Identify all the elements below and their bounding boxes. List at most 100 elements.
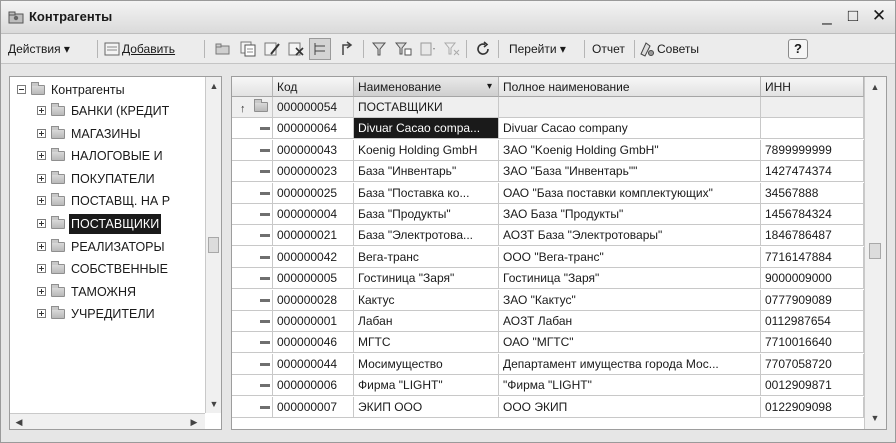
cell-code[interactable]: 000000064: [273, 118, 354, 140]
cell-name[interactable]: ПОСТАВЩИКИ: [354, 97, 499, 118]
scroll-right-icon[interactable]: ▶: [187, 415, 201, 429]
scroll-down-icon[interactable]: ▼: [207, 397, 221, 411]
cell-inn[interactable]: [761, 118, 864, 140]
hierarchy-toggle-button[interactable]: [309, 38, 331, 60]
group-row[interactable]: ↑ 000000054 ПОСТАВЩИКИ: [232, 97, 864, 118]
add-folder-icon[interactable]: [214, 40, 232, 58]
cell-inn[interactable]: 1456784324: [761, 204, 864, 225]
close-button[interactable]: ✕: [871, 6, 887, 26]
delete-mark-icon[interactable]: [287, 40, 305, 58]
cell-inn[interactable]: 7710016640: [761, 332, 864, 354]
refresh-icon[interactable]: [474, 40, 492, 58]
tree-item[interactable]: БАНКИ (КРЕДИТ: [34, 101, 204, 121]
cell-full-name[interactable]: Департамент имущества города Мос...: [499, 353, 761, 375]
expand-icon[interactable]: [37, 173, 46, 183]
tree-item[interactable]: РЕАЛИЗАТОРЫ: [34, 237, 204, 257]
table-row[interactable]: 000000005 Гостиница "Заря" Гостиница "Заря…: [232, 268, 864, 290]
cell-code[interactable]: 000000046: [273, 332, 354, 354]
scroll-up-icon[interactable]: ▲: [207, 79, 221, 93]
cell-full-name[interactable]: ЗАО "База "Инвентарь"": [499, 161, 761, 183]
tree-root[interactable]: Контрагенты: [14, 80, 204, 100]
cell-code[interactable]: 000000001: [273, 311, 354, 332]
cell-name[interactable]: Кактус: [354, 289, 499, 311]
cell-code[interactable]: 000000044: [273, 353, 354, 375]
expand-icon[interactable]: [37, 264, 46, 274]
cell-full-name[interactable]: АОЗТ Лабан: [499, 311, 761, 332]
maximize-button[interactable]: □: [845, 6, 861, 26]
cell-inn[interactable]: [761, 97, 864, 118]
tree-vertical-scrollbar[interactable]: ▲ ▼: [205, 77, 221, 413]
column-header-name[interactable]: Наименование ▾: [354, 77, 499, 97]
cell-inn[interactable]: 7899999999: [761, 139, 864, 161]
table-row[interactable]: 000000007 ЭКИП ООО ООО ЭКИП 0122909098: [232, 396, 864, 418]
tree-horizontal-scrollbar[interactable]: ◀ ▶: [10, 413, 205, 429]
cell-full-name[interactable]: "Фирма "LIGHT": [499, 375, 761, 397]
cell-code[interactable]: 000000054: [273, 97, 354, 118]
cell-full-name[interactable]: ОАО "База поставки комплектующих": [499, 182, 761, 204]
table-row[interactable]: 000000042 Вега-транс ООО "Вега-транс" 77161…: [232, 246, 864, 268]
table-row[interactable]: 000000046 МГТС ОАО "МГТС" 7710016640: [232, 332, 864, 354]
cell-inn[interactable]: 7716147884: [761, 246, 864, 268]
cell-name[interactable]: Divuar Cacao compa...: [354, 118, 499, 140]
tree-item[interactable]: УЧРЕДИТЕЛИ: [34, 304, 204, 324]
cell-code[interactable]: 000000043: [273, 139, 354, 161]
tree-item[interactable]: НАЛОГОВЫЕ И: [34, 146, 204, 166]
table-row[interactable]: 000000064 Divuar Cacao compa... Divuar Cac…: [232, 118, 864, 140]
cell-full-name[interactable]: [499, 97, 761, 118]
add-button[interactable]: Добавить: [122, 40, 175, 58]
cell-full-name[interactable]: ЗАО "Koenig Holding GmbH": [499, 139, 761, 161]
level-up-icon[interactable]: [338, 40, 356, 58]
goto-menu[interactable]: Перейти ▾: [509, 40, 566, 58]
scroll-thumb[interactable]: [208, 237, 219, 253]
cell-name[interactable]: Вега-транс: [354, 246, 499, 268]
expand-icon[interactable]: [37, 219, 46, 228]
add-icon[interactable]: [103, 40, 121, 58]
tree-item[interactable]: ПОКУПАТЕЛИ: [34, 169, 204, 189]
cell-inn[interactable]: 0012909871: [761, 375, 864, 397]
filter-by-value-icon[interactable]: [394, 40, 412, 58]
cell-full-name[interactable]: ООО ЭКИП: [499, 396, 761, 418]
expand-icon[interactable]: [37, 128, 46, 138]
cell-name[interactable]: Мосимущество: [354, 353, 499, 375]
table-row[interactable]: 000000004 База "Продукты" ЗАО База "Продук…: [232, 204, 864, 225]
expand-icon[interactable]: [37, 106, 46, 115]
minimize-button[interactable]: _: [819, 6, 835, 26]
cell-name[interactable]: Фирма "LIGHT": [354, 375, 499, 397]
cell-code[interactable]: 000000042: [273, 246, 354, 268]
scroll-thumb[interactable]: [869, 243, 881, 259]
cell-name[interactable]: База "Поставка ко...: [354, 182, 499, 204]
cell-inn[interactable]: 34567888: [761, 182, 864, 204]
cell-full-name[interactable]: ОАО "МГТС": [499, 332, 761, 354]
cell-full-name[interactable]: ООО "Вега-транс": [499, 246, 761, 268]
cell-name[interactable]: Koenig Holding GmbH: [354, 139, 499, 161]
cell-inn[interactable]: 9000009000: [761, 268, 864, 290]
cell-name[interactable]: База "Инвентарь": [354, 161, 499, 183]
cell-name[interactable]: База "Электротова...: [354, 225, 499, 247]
copy-icon[interactable]: [239, 40, 257, 58]
tree-item[interactable]: ПОСТАВЩИКИ: [34, 214, 204, 234]
expand-icon[interactable]: [37, 286, 46, 296]
cell-code[interactable]: 000000005: [273, 268, 354, 290]
cell-inn[interactable]: 0777909089: [761, 289, 864, 311]
expand-icon[interactable]: [37, 151, 46, 161]
tips-icon[interactable]: [638, 40, 656, 58]
tree-item[interactable]: ПОСТАВЩ. НА Р: [34, 191, 204, 211]
cell-code[interactable]: 000000006: [273, 375, 354, 397]
expand-icon[interactable]: [37, 196, 46, 206]
cell-code[interactable]: 000000004: [273, 204, 354, 225]
table-row[interactable]: 000000006 Фирма "LIGHT" "Фирма "LIGHT" 001…: [232, 375, 864, 397]
tree-item[interactable]: ТАМОЖНЯ: [34, 282, 204, 302]
cell-inn[interactable]: 0122909098: [761, 396, 864, 418]
column-header-inn[interactable]: ИНН: [761, 77, 864, 97]
column-header-code[interactable]: Код: [273, 77, 354, 97]
cell-inn[interactable]: 7707058720: [761, 353, 864, 375]
cell-full-name[interactable]: ЗАО База "Продукты": [499, 204, 761, 225]
cell-name[interactable]: ЭКИП ООО: [354, 396, 499, 418]
cell-name[interactable]: МГТС: [354, 332, 499, 354]
edit-icon[interactable]: [263, 40, 281, 58]
table-row[interactable]: 000000025 База "Поставка ко... ОАО "База п…: [232, 182, 864, 204]
cell-inn[interactable]: 0112987654: [761, 311, 864, 332]
cell-inn[interactable]: 1427474374: [761, 161, 864, 183]
actions-menu[interactable]: Действия ▾: [8, 40, 70, 58]
cell-code[interactable]: 000000021: [273, 225, 354, 247]
